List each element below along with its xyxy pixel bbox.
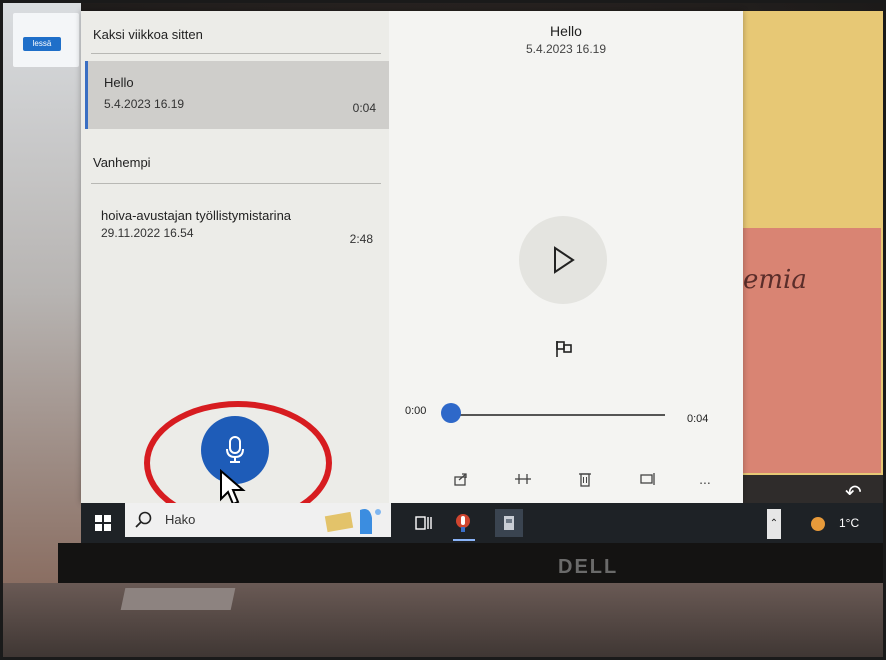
delete-icon	[579, 473, 591, 487]
background-window-chip: lessä	[23, 37, 61, 51]
weather-icon[interactable]	[811, 517, 825, 531]
taskbar-app[interactable]	[495, 509, 523, 537]
playback-track[interactable]	[451, 414, 665, 416]
section-divider	[91, 53, 381, 54]
share-icon	[454, 473, 467, 486]
total-time: 0:04	[687, 413, 709, 425]
section-header: Kaksi viikkoa sitten	[93, 27, 203, 42]
section-header: Vanhempi	[93, 155, 151, 170]
taskbar-search[interactable]: Hako	[125, 503, 391, 537]
background-window-left: lessä	[3, 3, 81, 583]
recording-detail-pane: Hello 5.4.2023 16.19 0:00 0:04 ...	[389, 11, 743, 503]
play-icon	[554, 246, 575, 274]
more-options-button[interactable]: ...	[695, 469, 715, 489]
recording-detail-title: Hello	[550, 23, 582, 39]
recordings-list-pane: Kaksi viikkoa sitten Hello 5.4.2023 16.1…	[81, 11, 392, 525]
photo-frame: lessä emia ↶ Kaksi viikkoa sitten Hello …	[0, 0, 886, 660]
dell-logo: DELL	[558, 556, 619, 578]
section-divider	[91, 183, 381, 184]
show-hidden-icons-chevron-icon[interactable]: ⌃	[767, 509, 781, 539]
rename-icon	[640, 473, 655, 485]
search-icon	[135, 511, 152, 528]
taskbar: Hako ⌃ 1°C	[81, 503, 883, 543]
mouse-cursor-icon	[220, 469, 246, 506]
delete-button[interactable]	[575, 469, 595, 489]
taskbar-voice-recorder[interactable]	[449, 509, 477, 537]
sticky-note-text: emia	[743, 265, 807, 295]
task-view-icon[interactable]	[409, 509, 437, 537]
undo-icon[interactable]: ↶	[845, 480, 862, 505]
background-window-header: lessä	[13, 13, 79, 67]
recording-date: 29.11.2022 16.54	[101, 226, 194, 240]
recording-item-hello[interactable]: Hello 5.4.2023 16.19 0:04	[85, 61, 392, 129]
playback-slider-thumb[interactable]	[441, 403, 461, 423]
recording-detail-date: 5.4.2023 16.19	[525, 42, 607, 56]
recording-title: hoiva-avustajan työllistymistarina	[101, 208, 292, 223]
app-window-icon	[504, 516, 514, 530]
flag-icon[interactable]	[553, 338, 575, 360]
desktop-strip	[730, 475, 883, 505]
active-app-indicator	[453, 539, 475, 541]
play-button[interactable]	[519, 216, 607, 304]
elapsed-time: 0:00	[405, 405, 427, 417]
recording-duration: 0:04	[352, 101, 376, 115]
recording-duration: 2:48	[349, 232, 373, 246]
recording-date: 5.4.2023 16.19	[104, 97, 185, 111]
recording-item-hoiva[interactable]: hoiva-avustajan työllistymistarina 29.11…	[85, 196, 389, 264]
windows-start-icon[interactable]	[95, 515, 111, 531]
share-button[interactable]	[451, 469, 471, 489]
weather-temperature[interactable]: 1°C	[839, 516, 859, 530]
voice-recorder-app-icon	[456, 514, 470, 532]
trim-button[interactable]	[513, 469, 533, 489]
trim-icon	[515, 474, 531, 484]
search-placeholder: Hako	[165, 512, 196, 527]
voice-recorder-window: Kaksi viikkoa sitten Hello 5.4.2023 16.1…	[81, 11, 743, 525]
recording-title: Hello	[104, 75, 134, 90]
rename-button[interactable]	[639, 469, 659, 489]
search-highlight-art-icon	[324, 509, 381, 534]
laptop-hinge	[120, 588, 236, 610]
